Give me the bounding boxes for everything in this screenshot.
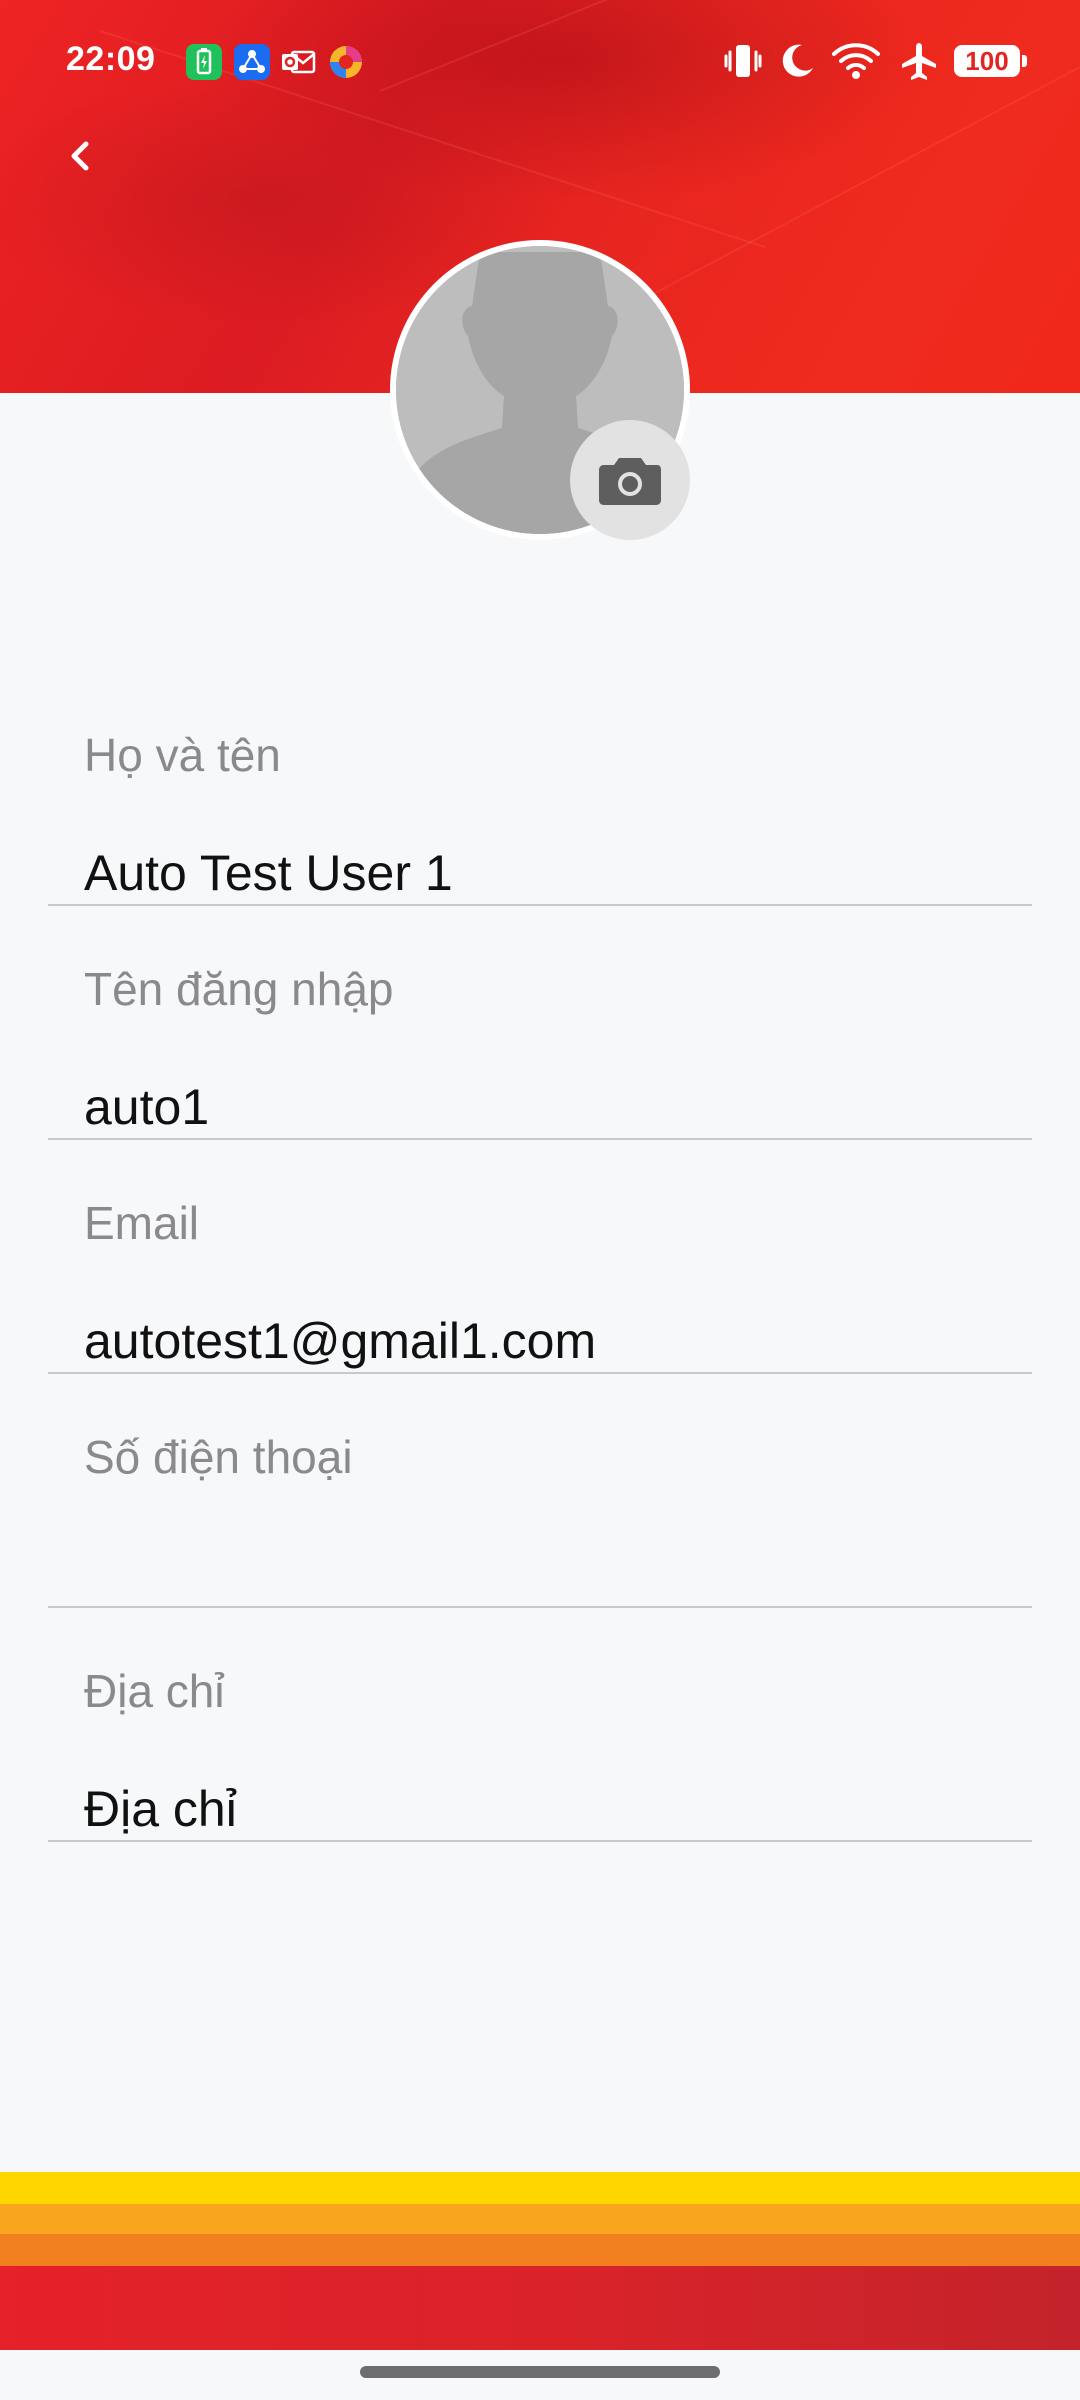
- address-label: Địa chỉ: [84, 1665, 225, 1717]
- username-field[interactable]: Tên đăng nhập auto1: [48, 906, 1032, 1140]
- address-field[interactable]: Địa chỉ Địa chỉ: [48, 1608, 1032, 1842]
- vibrate-icon: [722, 40, 764, 87]
- wifi-icon: [830, 40, 882, 87]
- full-name-field[interactable]: Họ và tên Auto Test User 1: [48, 672, 1032, 906]
- footer-stripe-light-orange: [0, 2204, 1080, 2234]
- address-input[interactable]: Địa chỉ: [84, 1780, 237, 1838]
- status-bar: 22:09 100: [0, 0, 1080, 124]
- footer-stripe-red: [0, 2266, 1080, 2350]
- footer-stripe-yellow: [0, 2172, 1080, 2204]
- browser-icon: [328, 44, 364, 80]
- email-input[interactable]: autotest1@gmail1.com: [84, 1312, 596, 1370]
- phone-field[interactable]: Số điện thoại: [48, 1374, 1032, 1608]
- username-label: Tên đăng nhập: [84, 963, 394, 1015]
- username-input[interactable]: auto1: [84, 1078, 209, 1136]
- home-indicator[interactable]: [360, 2366, 720, 2378]
- phone-label: Số điện thoại: [84, 1431, 353, 1483]
- full-name-label: Họ và tên: [84, 729, 281, 781]
- status-time: 22:09: [66, 40, 156, 78]
- change-avatar-camera-button[interactable]: [570, 420, 690, 540]
- camera-icon: [599, 458, 661, 505]
- full-name-input[interactable]: Auto Test User 1: [84, 844, 453, 902]
- airplane-mode-icon: [898, 40, 940, 87]
- email-field[interactable]: Email autotest1@gmail1.com: [48, 1140, 1032, 1374]
- battery-icon: 100: [954, 45, 1027, 77]
- battery-saver-icon: [186, 44, 222, 80]
- footer-stripe-orange: [0, 2234, 1080, 2266]
- back-button[interactable]: [52, 128, 108, 184]
- do-not-disturb-moon-icon: [776, 40, 818, 87]
- chevron-left-icon: [71, 141, 89, 171]
- outlook-icon: [280, 44, 316, 80]
- share-icon: [234, 44, 270, 80]
- email-label: Email: [84, 1197, 200, 1249]
